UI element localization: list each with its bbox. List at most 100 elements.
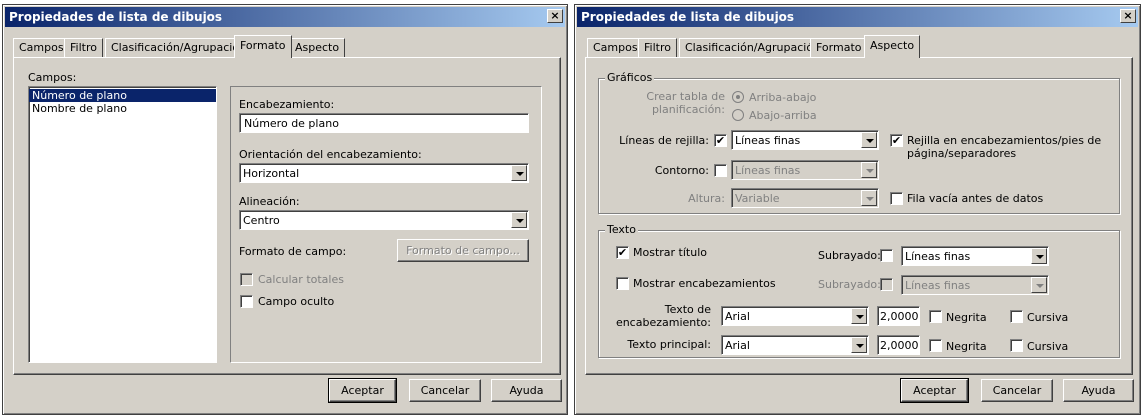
- negrita-encabezamiento-label: Negrita: [946, 311, 987, 324]
- negrita-encabezamiento-checkbox[interactable]: [929, 310, 942, 323]
- subrayado-encabezamientos-value: Líneas finas: [905, 279, 971, 292]
- graficos-caption: Gráficos: [605, 71, 655, 84]
- ayuda-button[interactable]: Ayuda: [491, 379, 562, 402]
- tab-formato[interactable]: Formato: [234, 35, 292, 58]
- contorno-checkbox[interactable]: [714, 164, 727, 177]
- chevron-down-icon[interactable]: [1031, 277, 1047, 293]
- altura-value: Variable: [735, 192, 780, 205]
- arriba-abajo-radio[interactable]: [732, 91, 744, 103]
- dialog-formato: Propiedades de lista de dibujos × Campos…: [2, 4, 568, 415]
- alineacion-select[interactable]: Centro: [239, 210, 529, 230]
- title-bar[interactable]: Propiedades de lista de dibujos ×: [577, 7, 1138, 27]
- campos-listbox[interactable]: Número de plano Nombre de plano: [28, 86, 217, 363]
- texto-principal-font-value: Arial: [725, 339, 750, 352]
- chevron-down-icon[interactable]: [511, 212, 527, 228]
- alineacion-value: Centro: [243, 214, 280, 227]
- texto-encabezamiento-size-input[interactable]: 2,0000: [877, 306, 920, 326]
- dialog-title: Propiedades de lista de dibujos: [581, 10, 795, 24]
- texto-group: Texto ✔ Mostrar título Subrayado: Líneas…: [598, 223, 1120, 358]
- tab-filtro[interactable]: Filtro: [638, 38, 677, 57]
- orientacion-select[interactable]: Horizontal: [239, 163, 529, 183]
- cancelar-button[interactable]: Cancelar: [409, 379, 481, 402]
- texto-principal-size-input[interactable]: 2,0000: [877, 335, 920, 355]
- cursiva-principal-checkbox[interactable]: [1010, 339, 1023, 352]
- subrayado-encabezamientos-checkbox[interactable]: [880, 278, 893, 291]
- crear-tabla-label-line2: planificación:: [651, 103, 725, 116]
- chevron-down-icon[interactable]: [1031, 248, 1047, 264]
- subrayado-titulo-label: Subrayado:: [818, 249, 881, 262]
- arriba-abajo-label: Arriba-abajo: [749, 91, 817, 104]
- subrayado-titulo-value: Líneas finas: [905, 250, 971, 263]
- orientacion-value: Horizontal: [243, 167, 300, 180]
- mostrar-titulo-label: Mostrar título: [633, 246, 707, 259]
- chevron-down-icon[interactable]: [861, 190, 877, 206]
- dialog-aspecto: Propiedades de lista de dibujos × Campos…: [574, 4, 1141, 415]
- campos-label: Campos:: [28, 71, 77, 84]
- fila-vacia-checkbox[interactable]: [890, 192, 903, 205]
- close-button[interactable]: ×: [1120, 9, 1136, 23]
- graficos-group: Gráficos Crear tabla de planificación: A…: [598, 71, 1120, 214]
- formato-campo-label: Formato de campo:: [239, 245, 347, 258]
- encabezamiento-input[interactable]: Número de plano: [239, 113, 529, 133]
- cursiva-principal-label: Cursiva: [1027, 340, 1069, 353]
- subrayado-titulo-checkbox[interactable]: [880, 249, 893, 262]
- abajo-arriba-radio[interactable]: [732, 109, 744, 121]
- aceptar-button[interactable]: Aceptar: [900, 378, 969, 403]
- formato-campo-button[interactable]: Formato de campo...: [397, 239, 529, 262]
- chevron-down-icon[interactable]: [861, 162, 877, 178]
- cursiva-encabezamiento-label: Cursiva: [1027, 311, 1069, 324]
- tab-formato[interactable]: Formato: [810, 38, 868, 57]
- tab-clasificacion[interactable]: Clasificación/Agrupación: [679, 38, 827, 57]
- tab-campos[interactable]: Campos: [587, 38, 644, 57]
- tab-aspecto[interactable]: Aspecto: [864, 35, 921, 58]
- subrayado-encabezamientos-select[interactable]: Líneas finas: [901, 275, 1049, 295]
- subrayado-titulo-select[interactable]: Líneas finas: [901, 246, 1049, 266]
- texto-encabezamiento-font-value: Arial: [725, 310, 750, 323]
- tab-clasificacion[interactable]: Clasificación/Agrupación: [105, 38, 253, 57]
- ayuda-button[interactable]: Ayuda: [1063, 379, 1134, 402]
- campo-oculto-checkbox[interactable]: [240, 295, 253, 308]
- campo-oculto-label: Campo oculto: [258, 295, 335, 308]
- rejilla-encabezamientos-checkbox[interactable]: ✔: [890, 134, 903, 147]
- fila-vacia-label: Fila vacía antes de datos: [907, 192, 1044, 205]
- texto-principal-label: Texto principal:: [627, 338, 711, 351]
- lineas-rejilla-checkbox[interactable]: ✔: [714, 134, 727, 147]
- texto-caption: Texto: [605, 223, 638, 236]
- aceptar-button[interactable]: Aceptar: [328, 378, 397, 403]
- lineas-rejilla-select[interactable]: Líneas finas: [731, 130, 879, 150]
- contorno-value: Líneas finas: [735, 164, 801, 177]
- encabezamiento-value: Número de plano: [244, 117, 339, 130]
- chevron-down-icon[interactable]: [851, 308, 867, 324]
- cancelar-button[interactable]: Cancelar: [981, 379, 1053, 402]
- mostrar-titulo-checkbox[interactable]: ✔: [616, 246, 629, 259]
- close-button[interactable]: ×: [547, 9, 563, 23]
- rejilla-encabezamientos-label-line2: página/separadores: [907, 147, 1017, 160]
- texto-principal-font-select[interactable]: Arial: [721, 335, 869, 355]
- tab-panel-formato: Campos: Número de plano Nombre de plano …: [13, 57, 561, 375]
- alineacion-label: Alineación:: [239, 195, 300, 208]
- subrayado-encabezamientos-label: Subrayado:: [818, 278, 881, 291]
- tab-campos[interactable]: Campos: [13, 38, 70, 57]
- altura-label: Altura:: [688, 192, 725, 205]
- orientacion-label: Orientación del encabezamiento:: [239, 148, 422, 161]
- calcular-totales-checkbox[interactable]: [240, 273, 253, 286]
- cursiva-encabezamiento-checkbox[interactable]: [1010, 310, 1023, 323]
- crear-tabla-label-line1: Crear tabla de: [646, 90, 725, 103]
- chevron-down-icon[interactable]: [511, 165, 527, 181]
- contorno-select[interactable]: Líneas finas: [731, 160, 879, 180]
- texto-encabezamiento-font-select[interactable]: Arial: [721, 306, 869, 326]
- mostrar-encabezamientos-checkbox[interactable]: [616, 277, 629, 290]
- tab-aspecto[interactable]: Aspecto: [289, 38, 346, 57]
- negrita-principal-label: Negrita: [946, 340, 987, 353]
- title-bar[interactable]: Propiedades de lista de dibujos ×: [5, 7, 565, 27]
- field-properties-panel: Encabezamiento: Número de plano Orientac…: [230, 86, 542, 363]
- dialog-title: Propiedades de lista de dibujos: [9, 10, 223, 24]
- altura-select[interactable]: Variable: [731, 188, 879, 208]
- chevron-down-icon[interactable]: [861, 132, 877, 148]
- list-item[interactable]: Número de plano: [29, 89, 216, 102]
- lineas-rejilla-value: Líneas finas: [735, 134, 801, 147]
- list-item[interactable]: Nombre de plano: [29, 102, 216, 115]
- chevron-down-icon[interactable]: [851, 337, 867, 353]
- negrita-principal-checkbox[interactable]: [929, 339, 942, 352]
- tab-filtro[interactable]: Filtro: [64, 38, 103, 57]
